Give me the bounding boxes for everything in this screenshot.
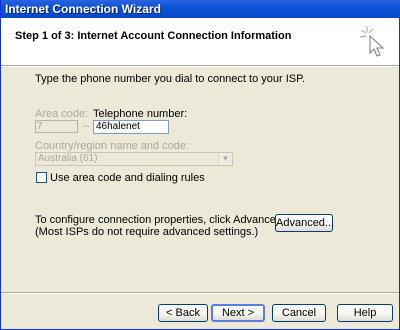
- area-code-dash: –: [83, 120, 90, 132]
- window-title: Internet Connection Wizard: [5, 2, 161, 16]
- wizard-window: Internet Connection Wizard Step 1 of 3: …: [0, 0, 400, 330]
- advanced-note-text: (Most ISPs do not require advanced setti…: [35, 226, 259, 238]
- back-button[interactable]: < Back: [158, 304, 208, 322]
- advanced-info-text: To configure connection properties, clic…: [35, 214, 286, 226]
- chevron-down-icon: ▼: [218, 153, 232, 165]
- telephone-label: Telephone number:: [93, 108, 188, 120]
- step-title: Step 1 of 3: Internet Account Connection…: [15, 30, 292, 42]
- area-code-input: 7: [35, 120, 78, 133]
- use-dialing-rules-label[interactable]: Use area code and dialing rules: [50, 172, 205, 184]
- country-select: Australia (61) ▼: [35, 152, 233, 166]
- area-code-label: Area code:: [35, 108, 89, 120]
- country-value: Australia (61): [38, 153, 98, 164]
- advanced-button[interactable]: Advanced...: [275, 214, 334, 232]
- wizard-cursor-sparkle-icon: [359, 26, 385, 57]
- footer-divider-highlight: [1, 293, 399, 294]
- telephone-input[interactable]: 46halenet: [93, 120, 169, 134]
- window-titlebar[interactable]: Internet Connection Wizard: [1, 0, 400, 18]
- instruction-text: Type the phone number you dial to connec…: [35, 73, 306, 85]
- header-separator: [1, 66, 399, 67]
- cancel-button[interactable]: Cancel: [272, 304, 326, 322]
- country-label: Country/region name and code:: [35, 140, 190, 152]
- use-dialing-rules-checkbox[interactable]: [36, 172, 47, 183]
- help-button[interactable]: Help: [337, 304, 393, 322]
- next-button[interactable]: Next >: [211, 304, 265, 322]
- wizard-header: Step 1 of 3: Internet Account Connection…: [1, 18, 399, 66]
